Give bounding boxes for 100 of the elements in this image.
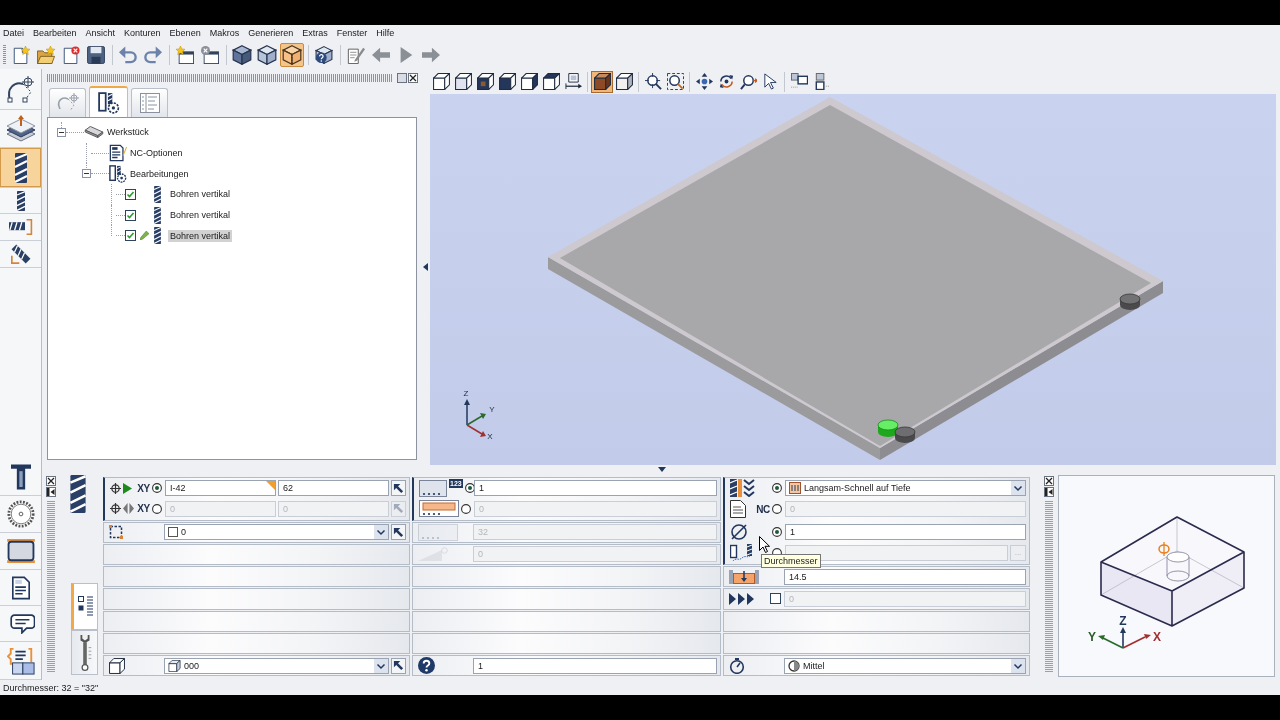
checkbox[interactable]	[125, 230, 136, 242]
crosshair-icon	[110, 503, 121, 515]
double-arrow-icon	[123, 503, 134, 515]
grip-handle[interactable]	[3, 44, 6, 65]
close-icon	[409, 73, 417, 82]
menu-item[interactable]: Datei	[3, 27, 24, 38]
new-file-icon	[12, 45, 30, 64]
side-tab[interactable]	[71, 583, 98, 630]
dock-button[interactable]	[46, 487, 56, 497]
redo-icon	[144, 45, 162, 64]
zoom-window-icon	[666, 73, 684, 90]
view-cube-icon	[520, 73, 538, 90]
pan-button[interactable]	[693, 70, 715, 93]
dock-button[interactable]	[1044, 487, 1054, 497]
zoom-button[interactable]	[642, 70, 664, 93]
zoom-button[interactable]	[664, 70, 686, 93]
view-mode-button[interactable]	[230, 42, 254, 67]
tree-item[interactable]: Bohren vertikal	[168, 188, 233, 201]
radio-button[interactable]	[772, 483, 782, 494]
grip-handle[interactable]	[47, 73, 393, 82]
input-field[interactable]: 1	[473, 657, 717, 674]
menu-item[interactable]: Bearbeiten	[33, 27, 77, 38]
shading-button[interactable]	[613, 70, 635, 93]
collapse-arrow-icon[interactable]	[658, 466, 666, 472]
radio-button[interactable]	[772, 526, 782, 537]
input-field[interactable]: 1	[474, 480, 717, 497]
menu-item[interactable]: Makros	[209, 27, 240, 38]
chevron-down-icon	[1011, 658, 1025, 673]
tree-item[interactable]: Bearbeitungen	[128, 167, 191, 180]
window-star-icon	[176, 45, 194, 64]
checkbox[interactable]	[125, 209, 136, 221]
close-button[interactable]	[46, 476, 56, 486]
solid-cube-icon	[232, 44, 252, 65]
view-button[interactable]	[518, 70, 540, 93]
view-button[interactable]	[452, 70, 474, 93]
tool-icon	[109, 164, 127, 183]
view-mode-button[interactable]	[255, 42, 279, 67]
grip-handle[interactable]	[1045, 501, 1053, 672]
menu-item[interactable]: Generieren	[248, 27, 294, 38]
cube-help-icon	[315, 45, 333, 64]
list-icon	[139, 93, 160, 113]
macro-icon	[6, 646, 35, 675]
checkbox[interactable]	[125, 188, 136, 200]
input-field[interactable]: 1	[785, 523, 1026, 540]
tree-item[interactable]: NC-Optionen	[128, 147, 185, 160]
parameter-label: XY	[137, 482, 150, 494]
menu-item[interactable]: Ansicht	[85, 27, 116, 38]
speed-icon	[729, 657, 745, 674]
pick-button[interactable]	[391, 657, 406, 674]
status-text: Durchmesser: 32 = "32"	[3, 682, 99, 693]
z-axis-arrow	[464, 399, 470, 426]
tree-item[interactable]: Bohren vertikal	[168, 209, 233, 222]
collapse-icon[interactable]	[82, 169, 91, 179]
menu-item[interactable]: Ebenen	[169, 27, 201, 38]
layout-icon	[790, 73, 808, 90]
menu-item[interactable]: Konturen	[124, 27, 161, 38]
shading-button[interactable]	[591, 70, 613, 93]
tree-item[interactable]: Bohren vertikal	[168, 229, 233, 242]
close-button[interactable]	[1044, 476, 1054, 486]
pick-button[interactable]	[391, 524, 406, 541]
drill-button[interactable]	[0, 188, 41, 214]
arrow-up-left-icon	[393, 526, 404, 538]
panel-tab[interactable]	[89, 86, 128, 117]
dropdown[interactable]: 0	[164, 524, 389, 541]
collapse-icon[interactable]	[57, 127, 66, 137]
input-field[interactable]: 62	[278, 480, 389, 497]
axis-label: X	[487, 432, 493, 441]
cube-icon	[168, 659, 181, 672]
input-field[interactable]: 14.5	[784, 568, 1026, 585]
view-button[interactable]	[540, 70, 562, 93]
view-cube-icon	[542, 73, 560, 90]
tree-item[interactable]: Werkstück	[105, 126, 151, 139]
view-button[interactable]	[474, 70, 496, 93]
input-field[interactable]: I-42	[165, 480, 276, 497]
float-button[interactable]	[397, 72, 407, 83]
panel-icon	[6, 539, 35, 563]
chevron-down-icon	[374, 658, 388, 673]
layers-icon	[5, 114, 36, 143]
drill-button[interactable]	[0, 148, 41, 188]
dropdown[interactable]: Mittel	[784, 657, 1026, 674]
grip-handle[interactable]	[47, 501, 55, 672]
menu-item[interactable]: Fenster	[336, 27, 368, 38]
collapse-arrow-icon[interactable]	[422, 263, 428, 271]
view-mode-button[interactable]	[280, 42, 304, 67]
side-tab[interactable]	[71, 630, 98, 675]
chevron-down-icon	[1011, 481, 1025, 496]
drill-feed-icon	[730, 479, 756, 498]
menu-item[interactable]: Hilfe	[376, 27, 395, 38]
view-button[interactable]	[496, 70, 518, 93]
tool-spacing-icon	[730, 544, 754, 563]
close-button[interactable]	[408, 72, 418, 83]
view-cube-icon	[498, 73, 516, 90]
menu-item[interactable]: Extras	[302, 27, 328, 38]
dropdown[interactable]: Langsam-Schnell auf Tiefe	[785, 480, 1026, 497]
view-button[interactable]	[430, 70, 452, 93]
pick-button[interactable]	[391, 480, 406, 497]
radio-button[interactable]	[152, 483, 162, 494]
dashed-square-icon	[109, 525, 123, 540]
dropdown[interactable]: 000	[164, 657, 389, 674]
panel-icon	[419, 500, 459, 518]
